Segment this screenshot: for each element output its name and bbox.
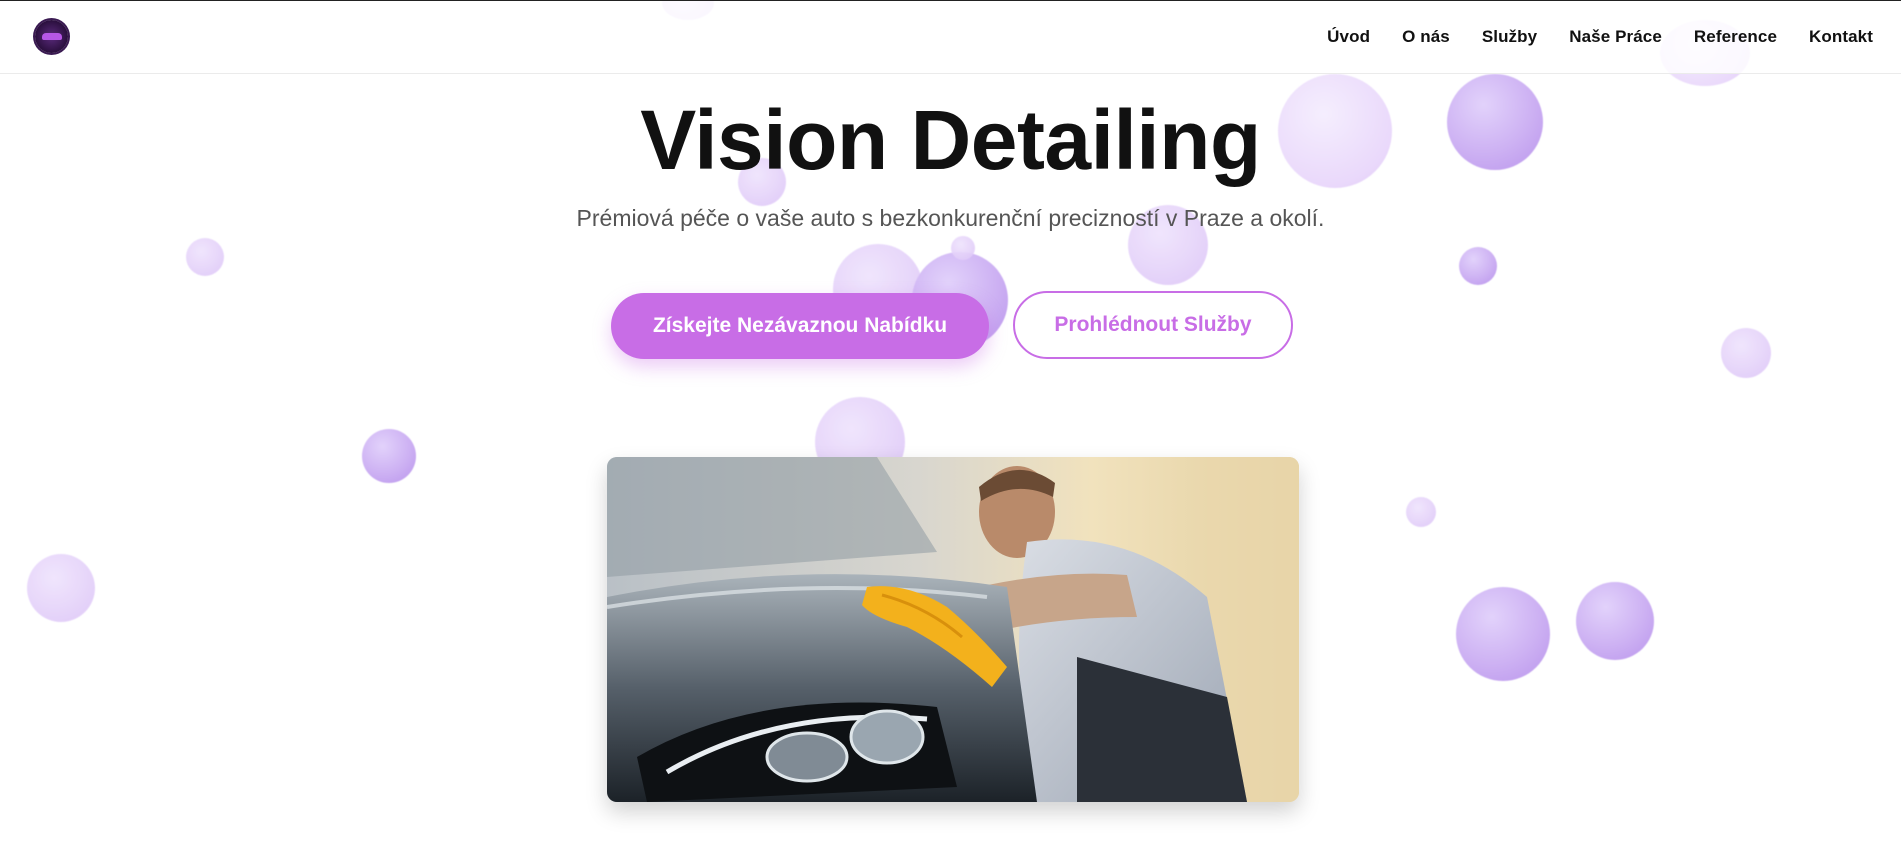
get-quote-button[interactable]: Získejte Nezávaznou Nabídku (611, 293, 989, 359)
main-navigation: Úvod O nás Služby Naše Práce Reference K… (1295, 1, 1873, 73)
nav-item-nase-prace[interactable]: Naše Práce (1569, 27, 1662, 47)
bubble (951, 236, 975, 260)
nav-item-reference[interactable]: Reference (1694, 27, 1777, 47)
hero-title: Vision Detailing (640, 93, 1261, 187)
bubble (362, 429, 416, 483)
nav-item-kontakt[interactable]: Kontakt (1809, 27, 1873, 47)
bubble (1406, 497, 1436, 527)
top-border (0, 0, 1901, 1)
nav-item-o-nas[interactable]: O nás (1402, 27, 1450, 47)
car-detailing-photo-icon (607, 457, 1299, 802)
site-header: Úvod O nás Služby Naše Práce Reference K… (0, 1, 1901, 74)
bubble (1456, 587, 1550, 681)
logo-car-shape (41, 33, 62, 40)
bubble (1721, 328, 1771, 378)
hero-subtitle: Prémiová péče o vaše auto s bezkonkurenč… (576, 205, 1325, 231)
vision-detailing-logo-icon[interactable] (35, 20, 68, 53)
nav-item-uvod[interactable]: Úvod (1327, 27, 1370, 47)
bubble (1459, 247, 1497, 285)
nav-item-sluzby[interactable]: Služby (1482, 27, 1537, 47)
view-services-button[interactable]: Prohlédnout Služby (1013, 291, 1293, 359)
bubble (27, 554, 95, 622)
bubble (186, 238, 224, 276)
car-detailing-illustration (607, 457, 1299, 802)
bubble (1576, 582, 1654, 660)
